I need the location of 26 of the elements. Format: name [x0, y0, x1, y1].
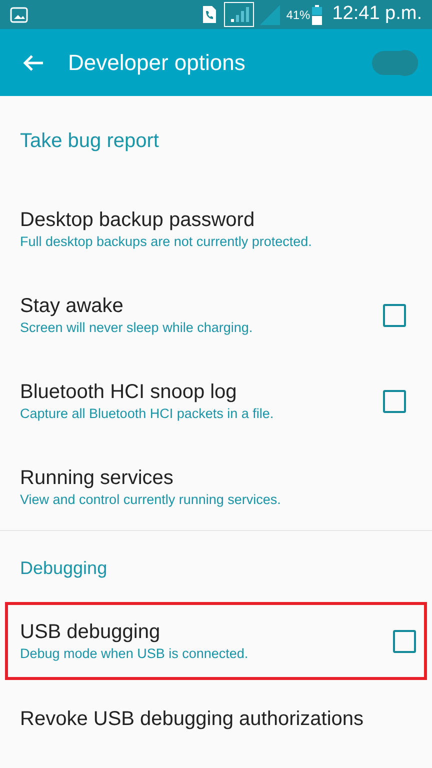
category-header: Debugging: [20, 557, 108, 580]
take-bug-report-item[interactable]: Take bug report: [20, 126, 159, 156]
battery-percent: 41%: [286, 6, 310, 24]
back-arrow-icon[interactable]: [22, 54, 44, 72]
picture-icon: [10, 6, 28, 22]
setting-summary: Screen will never sleep while charging.: [20, 319, 254, 337]
signal-icon: [260, 4, 280, 24]
clock: 12:41 p.m.: [332, 2, 422, 26]
setting-title: Stay awake: [20, 294, 124, 319]
setting-summary: Capture all Bluetooth HCI packets in a file.: [20, 405, 275, 423]
checkbox[interactable]: [383, 304, 406, 326]
signal-icon: [224, 2, 254, 27]
phone-icon: [202, 6, 216, 23]
battery-icon: [312, 4, 322, 24]
setting-title: Bluetooth HCI snoop log: [20, 380, 238, 405]
setting-summary: Debug mode when USB is connected.: [20, 645, 250, 663]
setting-title: Running services: [20, 466, 174, 491]
app-bar-title: Developer options: [68, 49, 246, 77]
setting-title: Desktop backup password: [20, 208, 256, 233]
setting-summary: Full desktop backups are not currently protected.: [20, 233, 313, 251]
checkbox[interactable]: [393, 630, 416, 652]
master-switch[interactable]: [372, 50, 418, 74]
checkbox[interactable]: [383, 390, 406, 412]
setting-title: Revoke USB debugging authorizations: [20, 707, 365, 732]
setting-summary: View and control currently running services.: [20, 491, 282, 509]
setting-title: USB debugging: [20, 620, 162, 645]
